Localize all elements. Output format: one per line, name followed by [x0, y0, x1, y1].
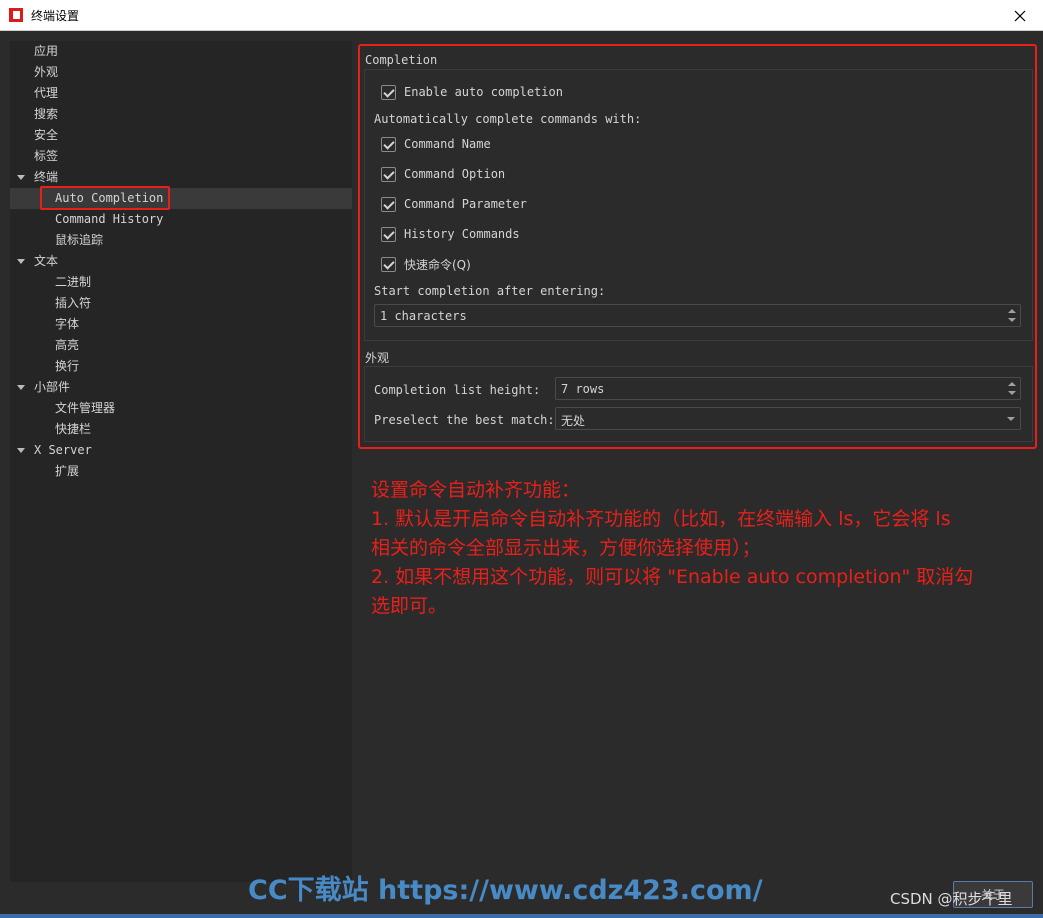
- tree-item-label: 字体: [55, 317, 80, 331]
- checkbox-checked-icon[interactable]: [381, 226, 396, 242]
- tree-item-app[interactable]: 应用: [10, 41, 352, 62]
- tree-item-terminal[interactable]: 终端: [10, 167, 352, 188]
- list-height-label: Completion list height:: [374, 383, 541, 397]
- enable-auto-completion-checkbox[interactable]: Enable auto completion: [381, 83, 563, 101]
- window-title: 终端设置: [31, 9, 80, 23]
- annotation-line: 设置命令自动补齐功能：: [371, 479, 581, 501]
- tree-item-tabs[interactable]: 标签: [10, 146, 352, 167]
- preselect-label: Preselect the best match:: [374, 413, 555, 427]
- annotation-line: 1. 默认是开启命令自动补齐功能的（比如，在终端输入 ls，它会将 ls: [371, 508, 951, 530]
- tree-item-label: 安全: [34, 128, 59, 142]
- tree-item-file-manager[interactable]: 文件管理器: [10, 398, 352, 419]
- bottom-border: [0, 914, 1043, 918]
- tree-item-label: 插入符: [55, 296, 92, 310]
- tree-item-binary[interactable]: 二进制: [10, 272, 352, 293]
- tree-item-label: 高亮: [55, 338, 80, 352]
- tree-item-label: 文本: [34, 254, 59, 268]
- close-icon: [1014, 10, 1026, 21]
- tree-item-label: 标签: [34, 149, 59, 163]
- start-after-label: Start completion after entering:: [374, 284, 606, 298]
- tree-item-widgets[interactable]: 小部件: [10, 377, 352, 398]
- tree-item-caret[interactable]: 插入符: [10, 293, 352, 314]
- command-option-label: Command Option: [404, 167, 506, 181]
- quick-commands-label: 快速命令(Q): [404, 257, 471, 272]
- chevron-down-icon[interactable]: [1007, 417, 1015, 421]
- history-commands-checkbox[interactable]: History Commands: [381, 225, 520, 243]
- appearance-group-title: 外观: [365, 351, 390, 365]
- enable-auto-completion-label: Enable auto completion: [404, 85, 563, 99]
- preselect-value: 无处: [561, 414, 586, 428]
- tree-item-label: 小部件: [34, 380, 71, 394]
- tree-item-label: 换行: [55, 359, 80, 373]
- completion-group-title: Completion: [365, 53, 438, 67]
- tree-item-label: Command History: [55, 212, 164, 226]
- title-bar: 终端设置: [0, 0, 1043, 31]
- tree-item-label: 外观: [34, 65, 59, 79]
- tree-item-proxy[interactable]: 代理: [10, 83, 352, 104]
- annotation-line: 相关的命令全部显示出来，方便你选择使用）；: [371, 537, 761, 559]
- expand-arrow-icon[interactable]: [17, 385, 25, 390]
- tree-item-label: 二进制: [55, 275, 92, 289]
- expand-arrow-icon[interactable]: [17, 259, 25, 264]
- command-name-label: Command Name: [404, 137, 491, 151]
- tree-item-label: 文件管理器: [55, 401, 116, 415]
- tree-item-text[interactable]: 文本: [10, 251, 352, 272]
- command-option-checkbox[interactable]: Command Option: [381, 165, 505, 183]
- spin-arrows-icon[interactable]: [1008, 309, 1016, 323]
- command-parameter-label: Command Parameter: [404, 197, 527, 211]
- tree-item-highlight[interactable]: 高亮: [10, 335, 352, 356]
- tree-item-label: 搜索: [34, 107, 59, 121]
- checkbox-checked-icon[interactable]: [381, 136, 396, 152]
- checkbox-checked-icon[interactable]: [381, 166, 396, 182]
- expand-arrow-icon[interactable]: [17, 448, 25, 453]
- tree-item-label: 鼠标追踪: [55, 233, 104, 247]
- tree-item-search[interactable]: 搜索: [10, 104, 352, 125]
- expand-arrow-icon[interactable]: [17, 175, 25, 180]
- history-commands-label: History Commands: [404, 227, 520, 241]
- tree-item-label: Auto Completion: [55, 191, 164, 205]
- auto-complete-with-label: Automatically complete commands with:: [374, 112, 642, 126]
- tree-item-label: 代理: [34, 86, 59, 100]
- tree-item-security[interactable]: 安全: [10, 125, 352, 146]
- start-after-spinbox[interactable]: 1 characters: [374, 304, 1021, 327]
- start-after-value: 1 characters: [380, 309, 467, 323]
- tree-item-label: 快捷栏: [55, 422, 92, 436]
- tree-item-appearance[interactable]: 外观: [10, 62, 352, 83]
- checkbox-checked-icon[interactable]: [381, 84, 396, 100]
- quick-commands-checkbox[interactable]: 快速命令(Q): [381, 255, 471, 273]
- close-button[interactable]: [997, 0, 1043, 31]
- command-name-checkbox[interactable]: Command Name: [381, 135, 491, 153]
- list-height-value: 7 rows: [561, 382, 605, 396]
- checkbox-checked-icon[interactable]: [381, 256, 396, 272]
- spin-arrows-icon[interactable]: [1008, 382, 1016, 396]
- annotation-line: 选即可。: [371, 595, 448, 617]
- tree-item-wrap[interactable]: 换行: [10, 356, 352, 377]
- annotation-line: 2. 如果不想用这个功能，则可以将 "Enable auto completio…: [371, 566, 974, 588]
- watermark: CC下载站 https://www.cdz423.com/: [248, 875, 763, 906]
- tree-item-label: 应用: [34, 44, 59, 58]
- tree-item-quickbar[interactable]: 快捷栏: [10, 419, 352, 440]
- csdn-watermark: CSDN @积步千里: [890, 890, 1013, 908]
- tree-item-label: X Server: [34, 443, 92, 457]
- settings-tree: 应用 外观 代理 搜索 安全 标签 终端 Auto Completion Com…: [10, 41, 352, 882]
- annotation-text: 设置命令自动补齐功能： 1. 默认是开启命令自动补齐功能的（比如，在终端输入 l…: [371, 476, 1031, 621]
- tree-item-extensions[interactable]: 扩展: [10, 461, 352, 482]
- app-icon: [9, 8, 23, 22]
- tree-item-x-server[interactable]: X Server: [10, 440, 352, 461]
- checkbox-checked-icon[interactable]: [381, 196, 396, 212]
- tree-item-label: 扩展: [55, 464, 80, 478]
- tree-item-command-history[interactable]: Command History: [10, 209, 352, 230]
- command-parameter-checkbox[interactable]: Command Parameter: [381, 195, 527, 213]
- tree-item-mouse-tracking[interactable]: 鼠标追踪: [10, 230, 352, 251]
- tree-item-auto-completion[interactable]: Auto Completion: [10, 188, 352, 209]
- preselect-combobox[interactable]: 无处: [555, 407, 1021, 430]
- list-height-spinbox[interactable]: 7 rows: [555, 377, 1021, 400]
- tree-item-font[interactable]: 字体: [10, 314, 352, 335]
- tree-item-label: 终端: [34, 170, 59, 184]
